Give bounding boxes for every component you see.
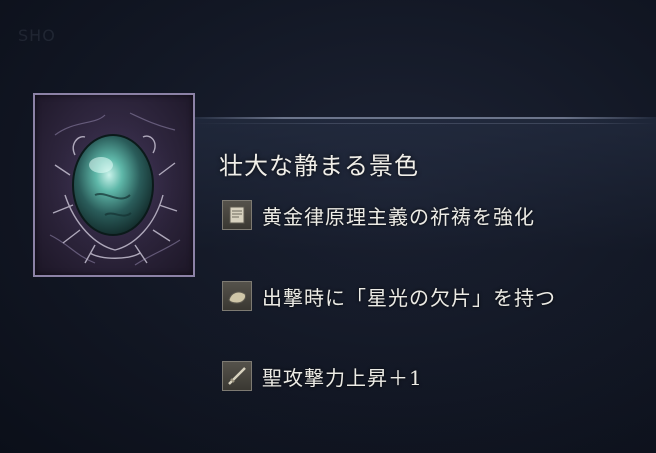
effect-text: 黄金律原理主義の祈祷を強化: [262, 204, 535, 229]
item-name: 壮大な静まる景色: [219, 152, 419, 180]
panel-sub-divider: [190, 123, 656, 124]
scroll-icon: [222, 200, 252, 230]
stone-shard-icon: [222, 281, 252, 311]
panel-top-divider: [190, 117, 656, 119]
effect-text: 聖攻撃力上昇＋1: [262, 365, 423, 390]
item-portrait-frame[interactable]: [33, 93, 195, 277]
background-watermark: SHO: [18, 26, 56, 45]
effect-text: 出撃時に「星光の欠片」を持つ: [262, 285, 556, 310]
talisman-stone-icon: [43, 111, 187, 266]
sword-icon: [222, 361, 252, 391]
effect-row: 黄金律原理主義の祈祷を強化: [222, 198, 535, 232]
effect-row: 聖攻撃力上昇＋1: [222, 359, 423, 393]
effect-row: 出撃時に「星光の欠片」を持つ: [222, 279, 556, 313]
